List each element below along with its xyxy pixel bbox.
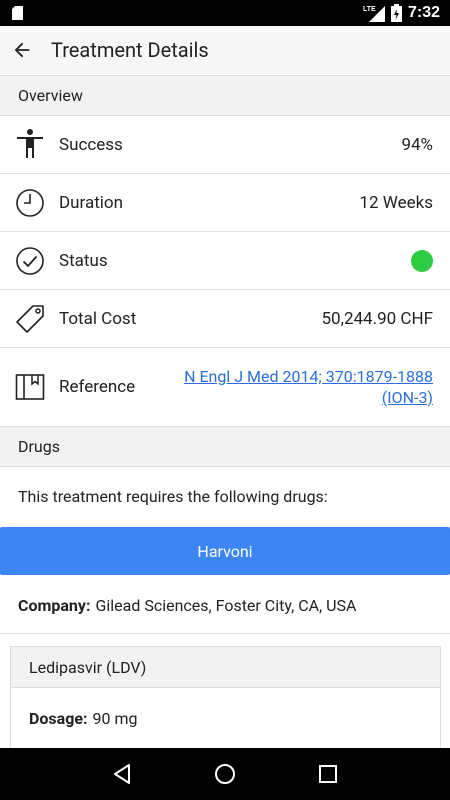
nav-home-button[interactable] (205, 754, 245, 794)
system-nav-bar (0, 748, 450, 800)
square-recents-icon (319, 765, 338, 783)
reference-link[interactable]: N Engl J Med 2014; 370:1879-1888 (ION-3) (133, 366, 433, 408)
dosage-label: Dosage: (29, 708, 88, 728)
lte-signal-icon: LTE (363, 6, 385, 22)
reference-label: Reference (59, 377, 136, 397)
reference-row: Reference N Engl J Med 2014; 370:1879-18… (0, 348, 450, 427)
svg-text:LTE: LTE (363, 6, 376, 13)
total-cost-label: Total Cost (59, 308, 137, 329)
person-icon (14, 128, 46, 160)
page-title: Treatment Details (51, 38, 209, 62)
company-value: Gilead Sciences, Foster City, CA, USA (95, 595, 357, 615)
harvoni-drug-button[interactable]: Harvoni (0, 527, 450, 575)
total-cost-row: Total Cost 50,244.90 CHF (0, 290, 450, 348)
status-icons: LTE 7:32 (363, 3, 440, 23)
nav-recents-button[interactable] (308, 754, 348, 794)
success-row: Success 94% (0, 116, 450, 174)
check-circle-icon (14, 245, 46, 277)
clock-time: 7:32 (407, 4, 440, 21)
clock-icon (14, 187, 46, 219)
dosage-value: 90 mg (92, 708, 138, 728)
battery-icon (390, 4, 402, 22)
success-label: Success (59, 134, 123, 155)
price-tag-icon (14, 302, 46, 334)
back-button[interactable] (4, 32, 40, 68)
duration-value: 12 Weeks (359, 192, 433, 213)
sd-card-icon (12, 6, 23, 20)
status-indicator (411, 249, 433, 272)
duration-row: Duration 12 Weeks (0, 174, 450, 232)
company-info: Company: Gilead Sciences, Foster City, C… (0, 577, 450, 634)
drugs-intro-text: This treatment requires the following dr… (18, 486, 328, 506)
ingredient-card: Ledipasvir (LDV) Dosage: 90 mg (10, 646, 441, 750)
status-bar: LTE 7:32 (0, 0, 450, 26)
success-value: 94% (401, 134, 433, 155)
app-bar: Treatment Details (0, 26, 450, 74)
nav-back-button[interactable] (102, 754, 142, 794)
circle-home-icon (214, 764, 235, 784)
ingredient-name: Ledipasvir (LDV) (11, 647, 440, 688)
book-icon (14, 371, 46, 403)
duration-label: Duration (59, 192, 123, 213)
status-row: Status (0, 232, 450, 290)
overview-section-header: Overview (0, 75, 450, 116)
drugs-section-header: Drugs (0, 427, 450, 467)
dosage-info: Dosage: 90 mg (11, 688, 440, 748)
company-label: Company: (18, 595, 91, 615)
status-label: Status (59, 250, 108, 271)
triangle-back-icon (113, 764, 130, 784)
total-cost-value: 50,244.90 CHF (321, 308, 433, 329)
arrow-back-icon (14, 42, 30, 58)
